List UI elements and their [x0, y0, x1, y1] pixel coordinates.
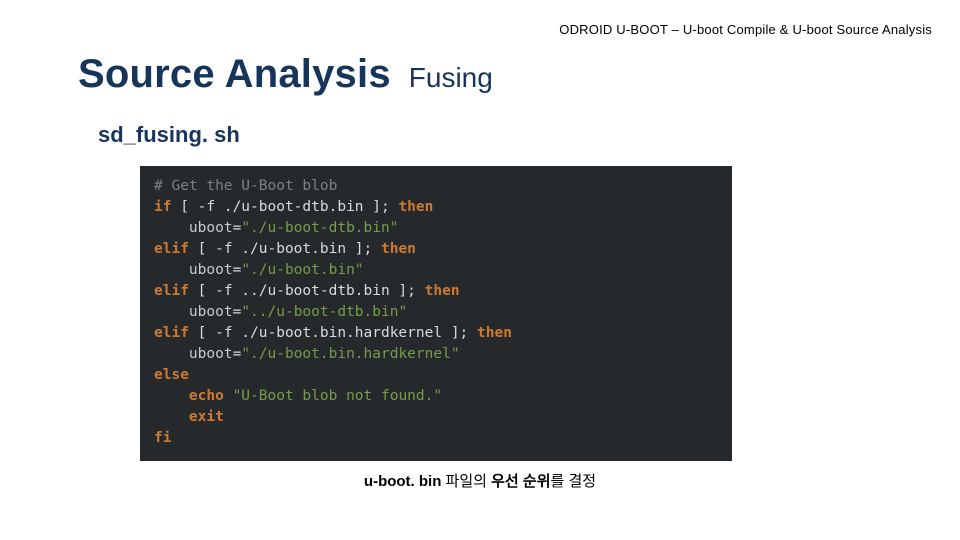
code-l8-eq: =	[233, 346, 242, 362]
caption-tail: 를 결정	[551, 473, 597, 490]
code-l6-str: "../u-boot-dtb.bin"	[241, 304, 407, 320]
code-block: # Get the U-Boot blob if [ -f ./u-boot-d…	[140, 166, 732, 461]
code-indent4	[154, 346, 189, 362]
code-kw-elif2: elif	[154, 283, 189, 299]
code-kw-then1: then	[398, 199, 433, 215]
code-l4-var: uboot	[189, 262, 233, 278]
code-kw-if: if	[154, 199, 171, 215]
code-l5-cond: [ -f ../u-boot-dtb.bin ];	[189, 283, 425, 299]
code-indent5	[154, 388, 189, 404]
code-l10-sp	[224, 388, 233, 404]
caption-bold2: 우선 순위	[491, 473, 550, 490]
code-indent	[154, 220, 189, 236]
code-kw-else: else	[154, 367, 189, 383]
code-l4-str: "./u-boot.bin"	[241, 262, 363, 278]
subheading: sd_fusing. sh	[98, 122, 240, 148]
code-l8-str: "./u-boot.bin.hardkernel"	[241, 346, 459, 362]
code-kw-then3: then	[425, 283, 460, 299]
code-l6-var: uboot	[189, 304, 233, 320]
code-l4-eq: =	[233, 262, 242, 278]
caption-mid: 파일의	[441, 473, 491, 490]
code-comment: # Get the U-Boot blob	[154, 178, 337, 194]
code-kw-then2: then	[381, 241, 416, 257]
header-small: ODROID U-BOOT – U-boot Compile & U-boot …	[559, 22, 932, 37]
title-main: Source Analysis	[78, 52, 391, 97]
code-l2-str: "./u-boot-dtb.bin"	[241, 220, 398, 236]
title-sub: Fusing	[409, 62, 493, 94]
code-kw-exit: exit	[189, 409, 224, 425]
code-l1-cond: [ -f ./u-boot-dtb.bin ];	[171, 199, 398, 215]
code-kw-echo: echo	[189, 388, 224, 404]
slide: ODROID U-BOOT – U-boot Compile & U-boot …	[0, 0, 960, 540]
code-l8-var: uboot	[189, 346, 233, 362]
code-l10-str: "U-Boot blob not found."	[233, 388, 443, 404]
code-indent3	[154, 304, 189, 320]
caption: u-boot. bin 파일의 우선 순위를 결정	[0, 470, 960, 491]
code-l2-var: uboot	[189, 220, 233, 236]
title-row: Source Analysis Fusing	[78, 52, 920, 97]
caption-bold1: u-boot. bin	[364, 473, 441, 490]
code-indent6	[154, 409, 189, 425]
code-kw-elif1: elif	[154, 241, 189, 257]
code-kw-elif3: elif	[154, 325, 189, 341]
code-l7-cond: [ -f ./u-boot.bin.hardkernel ];	[189, 325, 477, 341]
code-kw-then4: then	[477, 325, 512, 341]
code-indent2	[154, 262, 189, 278]
code-l2-eq: =	[233, 220, 242, 236]
code-l6-eq: =	[233, 304, 242, 320]
code-kw-fi: fi	[154, 430, 171, 446]
code-l3-cond: [ -f ./u-boot.bin ];	[189, 241, 381, 257]
